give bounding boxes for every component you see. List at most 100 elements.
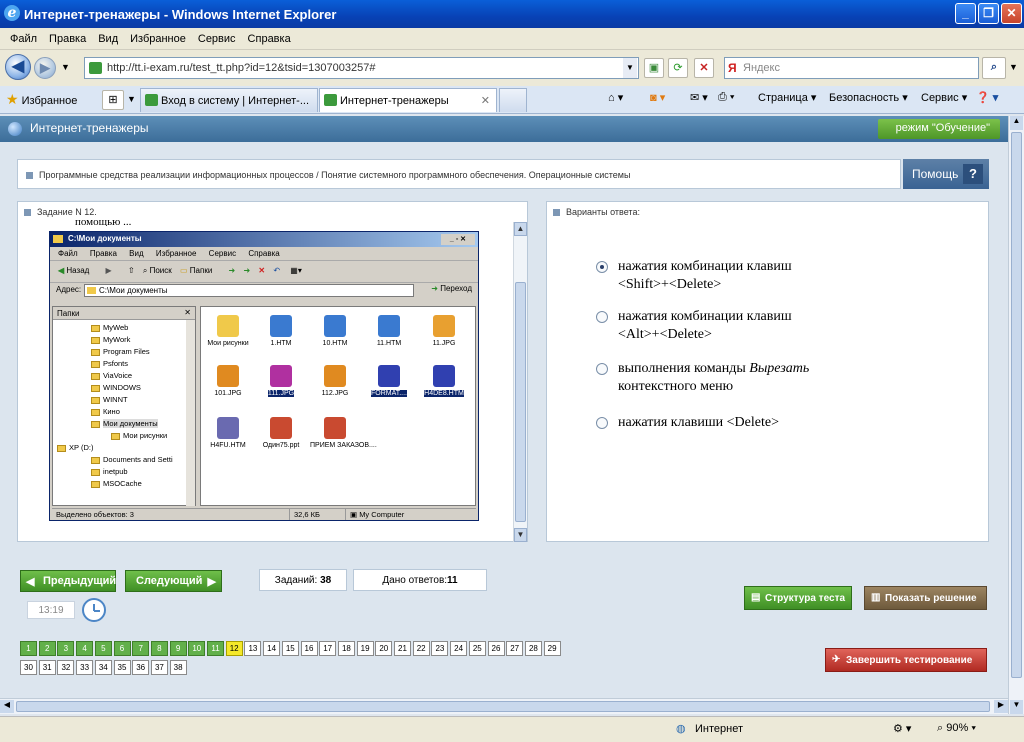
h-scroll-left-icon[interactable]: ◀: [0, 700, 14, 713]
question-number-button[interactable]: 30: [20, 660, 37, 675]
scroll-up-icon[interactable]: ▲: [514, 222, 527, 236]
menu-favorites[interactable]: Избранное: [124, 33, 192, 45]
task-scrollbar[interactable]: ▲ ▼: [513, 222, 527, 542]
question-number-button[interactable]: 4: [76, 641, 94, 656]
question-number-button[interactable]: 5: [94, 641, 112, 656]
menu-file[interactable]: Файл: [4, 33, 43, 45]
answer-option-1[interactable]: нажатия комбинации клавиш <Shift>+<Delete…: [596, 258, 878, 298]
answer-option-4[interactable]: нажатия клавиши <Delete>: [596, 414, 878, 434]
mail-icon[interactable]: ✉ ▾: [690, 91, 708, 104]
tools-menu[interactable]: Сервис ▾: [921, 91, 967, 104]
back-button[interactable]: ◀: [5, 54, 31, 80]
question-number-button[interactable]: 28: [524, 641, 542, 656]
question-number-button[interactable]: 36: [132, 660, 150, 675]
question-number-button[interactable]: 3: [57, 641, 75, 656]
question-number-button[interactable]: 20: [375, 641, 393, 656]
radio-icon[interactable]: [596, 363, 608, 375]
question-number-button[interactable]: 12: [225, 641, 243, 656]
help-menu-icon[interactable]: ❓ ▾: [976, 91, 998, 104]
menu-tools[interactable]: Сервис: [192, 33, 242, 45]
stop-icon[interactable]: ✕: [694, 58, 714, 78]
question-number-button[interactable]: 24: [450, 641, 468, 656]
question-number-button[interactable]: 11: [207, 641, 224, 656]
search-options-icon[interactable]: ▼: [1009, 62, 1018, 72]
question-number-button[interactable]: 21: [394, 641, 411, 656]
page-scroll-down-icon[interactable]: ▼: [1010, 700, 1023, 714]
maximize-button[interactable]: ❐: [978, 3, 999, 24]
question-number-button[interactable]: 34: [94, 660, 112, 675]
print-icon[interactable]: ⎙ ▾: [718, 91, 734, 104]
help-button[interactable]: Помощь ?: [903, 159, 989, 189]
question-number-button[interactable]: 25: [468, 641, 486, 656]
question-number-button[interactable]: 17: [319, 641, 337, 656]
question-number-button[interactable]: 27: [506, 641, 524, 656]
home-icon[interactable]: ⌂ ▾: [608, 91, 623, 104]
radio-icon[interactable]: [596, 311, 608, 323]
horizontal-scrollbar[interactable]: ◀ ▶: [0, 698, 1008, 714]
compatibility-icon[interactable]: ▣: [644, 58, 664, 78]
show-solution-button[interactable]: ▥ Показать решение: [864, 586, 987, 610]
page-menu[interactable]: Страница ▾: [758, 91, 816, 104]
page-scrollbar[interactable]: ▲ ▼: [1008, 116, 1024, 714]
h-scroll-thumb[interactable]: [16, 701, 990, 712]
question-number-button[interactable]: 18: [337, 641, 355, 656]
radio-icon[interactable]: [596, 417, 608, 429]
question-number-button[interactable]: 10: [188, 641, 206, 656]
next-button[interactable]: Следующий ▶: [125, 570, 222, 592]
question-number-button[interactable]: 38: [169, 660, 187, 675]
forward-button[interactable]: ▶: [34, 57, 56, 79]
question-number-button[interactable]: 7: [132, 641, 150, 656]
radio-selected-icon[interactable]: [596, 261, 608, 273]
menu-help[interactable]: Справка: [242, 33, 297, 45]
address-dropdown-icon[interactable]: ▼: [623, 58, 637, 78]
question-number-button[interactable]: 22: [412, 641, 430, 656]
question-number-button[interactable]: 8: [150, 641, 168, 656]
tab-list-dropdown-icon[interactable]: ▼: [127, 94, 136, 104]
tab-close-icon[interactable]: ✕: [481, 94, 490, 107]
question-number-button[interactable]: 16: [300, 641, 318, 656]
prev-button[interactable]: ◀ Предыдущий: [20, 570, 116, 592]
search-button-icon[interactable]: ⌕: [982, 57, 1006, 79]
protected-mode-icon[interactable]: ⚙ ▾: [893, 722, 911, 735]
tab-login[interactable]: Вход в систему | Интернет-...: [140, 88, 318, 112]
feeds-icon[interactable]: ◙ ▾: [650, 91, 665, 104]
question-number-button[interactable]: 13: [244, 641, 262, 656]
page-scroll-thumb[interactable]: [1011, 132, 1022, 678]
minimize-button[interactable]: _: [955, 3, 976, 24]
answer-option-3[interactable]: выполнения команды Вырезать контекстного …: [596, 360, 878, 400]
scroll-down-icon[interactable]: ▼: [514, 528, 527, 542]
refresh-icon[interactable]: ⟳: [668, 58, 688, 78]
search-input[interactable]: Я Яндекс: [724, 57, 979, 79]
question-number-button[interactable]: 32: [57, 660, 75, 675]
question-number-button[interactable]: 2: [38, 641, 56, 656]
question-number-button[interactable]: 29: [543, 641, 561, 656]
menu-view[interactable]: Вид: [92, 33, 124, 45]
favorites-button[interactable]: ★ Избранное: [6, 91, 77, 108]
history-dropdown-icon[interactable]: ▼: [61, 62, 70, 72]
page-scroll-up-icon[interactable]: ▲: [1010, 116, 1023, 130]
question-number-button[interactable]: 1: [20, 641, 37, 656]
question-number-button[interactable]: 14: [263, 641, 281, 656]
scroll-thumb[interactable]: [515, 282, 526, 522]
answer-option-2[interactable]: нажатия комбинации клавиш <Alt>+<Delete>: [596, 308, 878, 348]
question-number-button[interactable]: 15: [281, 641, 299, 656]
address-bar[interactable]: http://tt.i-exam.ru/test_tt.php?id=12&ts…: [84, 57, 639, 79]
new-tab-button[interactable]: [499, 88, 527, 112]
security-menu[interactable]: Безопасность ▾: [829, 91, 908, 104]
quick-tabs-icon[interactable]: ⊞: [102, 90, 124, 110]
structure-button[interactable]: ▤ Структура теста: [744, 586, 852, 610]
menu-edit[interactable]: Правка: [43, 33, 92, 45]
question-number-button[interactable]: 26: [487, 641, 505, 656]
question-number-button[interactable]: 37: [150, 660, 168, 675]
finish-button[interactable]: ✈ Завершить тестирование: [825, 648, 987, 672]
question-number-button[interactable]: 33: [76, 660, 94, 675]
question-number-button[interactable]: 9: [169, 641, 187, 656]
question-number-button[interactable]: 6: [113, 641, 131, 656]
question-number-button[interactable]: 31: [38, 660, 56, 675]
question-number-button[interactable]: 19: [356, 641, 374, 656]
question-number-button[interactable]: 23: [431, 641, 449, 656]
zoom-control[interactable]: ⌕ 90% ▾: [937, 722, 976, 735]
question-number-button[interactable]: 35: [113, 660, 131, 675]
tab-trainers[interactable]: Интернет-тренажеры ✕: [319, 88, 497, 112]
h-scroll-right-icon[interactable]: ▶: [994, 700, 1008, 713]
